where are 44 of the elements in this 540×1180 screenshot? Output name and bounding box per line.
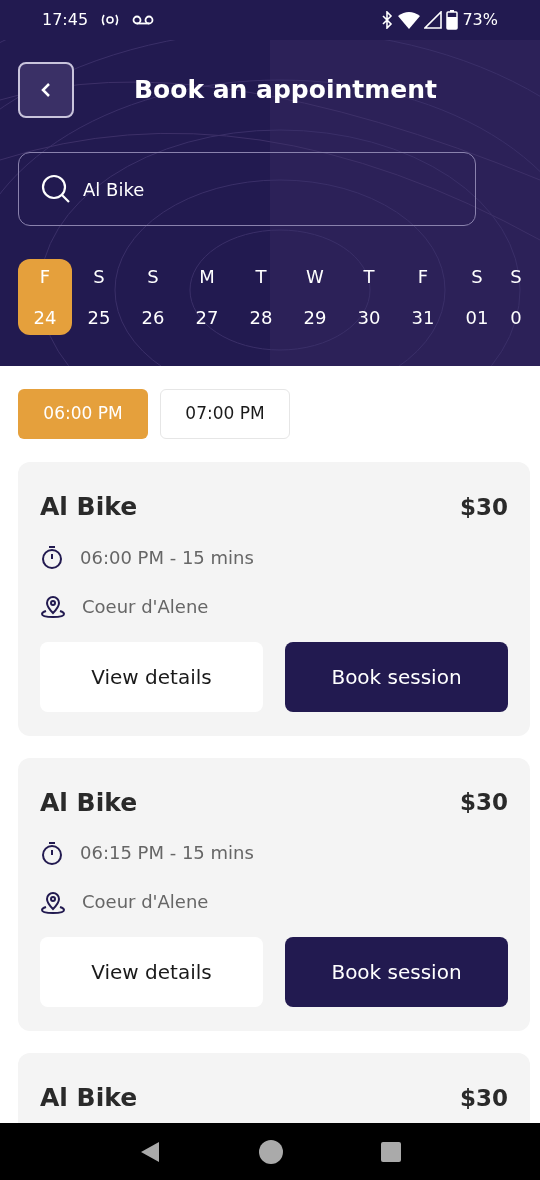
time-slot[interactable]: 07:00 PM: [160, 389, 290, 439]
session-title: Al Bike: [40, 786, 138, 819]
view-details-button[interactable]: View details: [40, 937, 263, 1007]
wifi-icon: [398, 11, 421, 29]
back-button[interactable]: [18, 62, 74, 118]
view-details-button[interactable]: View details: [40, 641, 263, 712]
search-icon: [41, 174, 71, 204]
stopwatch-icon: [40, 544, 64, 570]
day-chip[interactable]: S 0: [504, 259, 528, 335]
day-chip[interactable]: S 25: [72, 259, 126, 335]
session-time: 06:00 PM - 15 mins: [80, 545, 254, 570]
back-nav-icon[interactable]: [139, 1140, 161, 1163]
battery-level: 73%: [462, 9, 498, 31]
session-title: Al Bike: [40, 1082, 138, 1114]
day-chip[interactable]: T 28: [234, 259, 288, 335]
voicemail-icon: [132, 14, 155, 26]
stopwatch-icon: [40, 839, 64, 866]
recents-nav-icon[interactable]: [381, 1141, 401, 1162]
battery-icon: [446, 10, 459, 30]
day-chip[interactable]: T 30: [342, 259, 396, 335]
back-icon: [40, 81, 52, 99]
search-field[interactable]: Al Bike: [18, 152, 476, 226]
hotspot-icon: [100, 13, 121, 27]
session-title: Al Bike: [40, 491, 138, 523]
book-session-button[interactable]: Book session: [285, 937, 508, 1007]
session-location: Coeur d'Alene: [82, 594, 209, 619]
bluetooth-icon: [380, 11, 395, 29]
page-title: Book an appointment: [134, 74, 437, 107]
home-nav-icon[interactable]: [259, 1139, 283, 1164]
location-pin-icon: [40, 593, 66, 619]
book-session-button[interactable]: Book session: [285, 641, 508, 712]
day-chip[interactable]: M 27: [180, 259, 234, 335]
day-chip[interactable]: F 31: [396, 259, 450, 335]
session-time: 06:15 PM - 15 mins: [80, 841, 254, 865]
status-time: 17:45: [42, 9, 89, 31]
session-price: $30: [460, 788, 508, 817]
day-chip[interactable]: S 01: [450, 259, 504, 335]
session-price: $30: [460, 1083, 508, 1113]
session-location: Coeur d'Alene: [82, 890, 209, 914]
day-chip[interactable]: W 29: [288, 259, 342, 335]
search-value: Al Bike: [83, 177, 145, 202]
day-chip[interactable]: S 26: [126, 259, 180, 335]
session-price: $30: [460, 492, 508, 522]
signal-icon: [424, 11, 443, 29]
